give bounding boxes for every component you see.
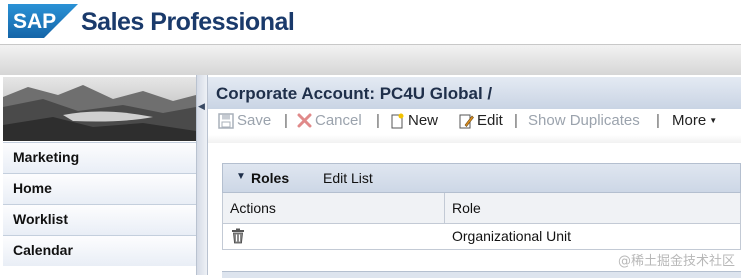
edit-label: Edit [477, 112, 503, 129]
more-menu-button[interactable]: More ▼ [672, 112, 717, 129]
sidebar: Marketing Home Worklist Calendar [0, 75, 196, 275]
cancel-label: Cancel [315, 112, 362, 129]
sap-logo: SAP [8, 4, 78, 38]
column-divider[interactable] [444, 193, 445, 223]
cancel-button[interactable]: Cancel [297, 112, 362, 129]
more-label: More [672, 112, 707, 129]
sidebar-item-marketing[interactable]: Marketing [3, 142, 196, 173]
main-panel: Corporate Account: PC4U Global / Save | … [208, 75, 741, 278]
sidebar-splitter[interactable]: ◀ [196, 75, 208, 275]
save-label: Save [237, 112, 272, 129]
show-duplicates-button[interactable]: Show Duplicates [528, 112, 640, 129]
sidebar-item-calendar[interactable]: Calendar [3, 235, 196, 266]
toolbar-separator: | [376, 112, 380, 129]
save-icon [218, 112, 234, 129]
new-button[interactable]: New [389, 112, 438, 129]
landscape-banner-image [3, 77, 196, 141]
toolbar-separator: | [656, 112, 660, 129]
edit-list-link[interactable]: Edit List [323, 170, 373, 186]
new-label: New [408, 112, 439, 129]
watermark: @稀土掘金技术社区 [617, 254, 735, 269]
edit-pencil-icon [459, 114, 474, 128]
sap-logo-text: SAP [13, 10, 56, 33]
new-document-icon [391, 113, 404, 128]
app-header: SAP Sales Professional [0, 0, 741, 44]
trash-icon[interactable] [231, 228, 245, 244]
show-duplicates-label: Show Duplicates [528, 112, 640, 129]
table-row[interactable]: Organizational Unit [222, 224, 741, 250]
sidebar-item-worklist[interactable]: Worklist [3, 204, 196, 235]
collapse-arrow-icon[interactable]: ◀ [198, 101, 205, 112]
edit-button[interactable]: Edit [458, 112, 503, 129]
chevron-down-icon: ▼ [709, 116, 718, 125]
toolbar-separator: | [284, 112, 288, 129]
toolbar: Save | Cancel | New Edit | Show Duplicat… [208, 110, 741, 134]
roles-section-title: Roles [251, 170, 290, 186]
column-header-role[interactable]: Role [452, 200, 481, 216]
table-header-row: Actions Role [222, 193, 741, 224]
caret-down-icon[interactable]: ▼ [236, 171, 246, 182]
title-bar: Corporate Account: PC4U Global / [208, 77, 741, 109]
sidebar-item-home[interactable]: Home [3, 173, 196, 204]
page-title: Corporate Account: PC4U Global / [216, 84, 493, 103]
cancel-x-icon [297, 113, 312, 128]
column-header-actions[interactable]: Actions [230, 200, 276, 216]
toolbar-bottom-strip [208, 135, 741, 143]
role-cell: Organizational Unit [452, 228, 572, 244]
toolbar-separator: | [514, 112, 518, 129]
app-title: Sales Professional [81, 8, 295, 36]
header-band [0, 44, 741, 75]
save-button[interactable]: Save [218, 112, 271, 129]
roles-table: Actions Role Organizational Unit [222, 193, 741, 250]
sidebar-nav: Marketing Home Worklist Calendar [3, 142, 196, 266]
roles-section-header[interactable]: ▼ Roles Edit List [222, 163, 741, 193]
